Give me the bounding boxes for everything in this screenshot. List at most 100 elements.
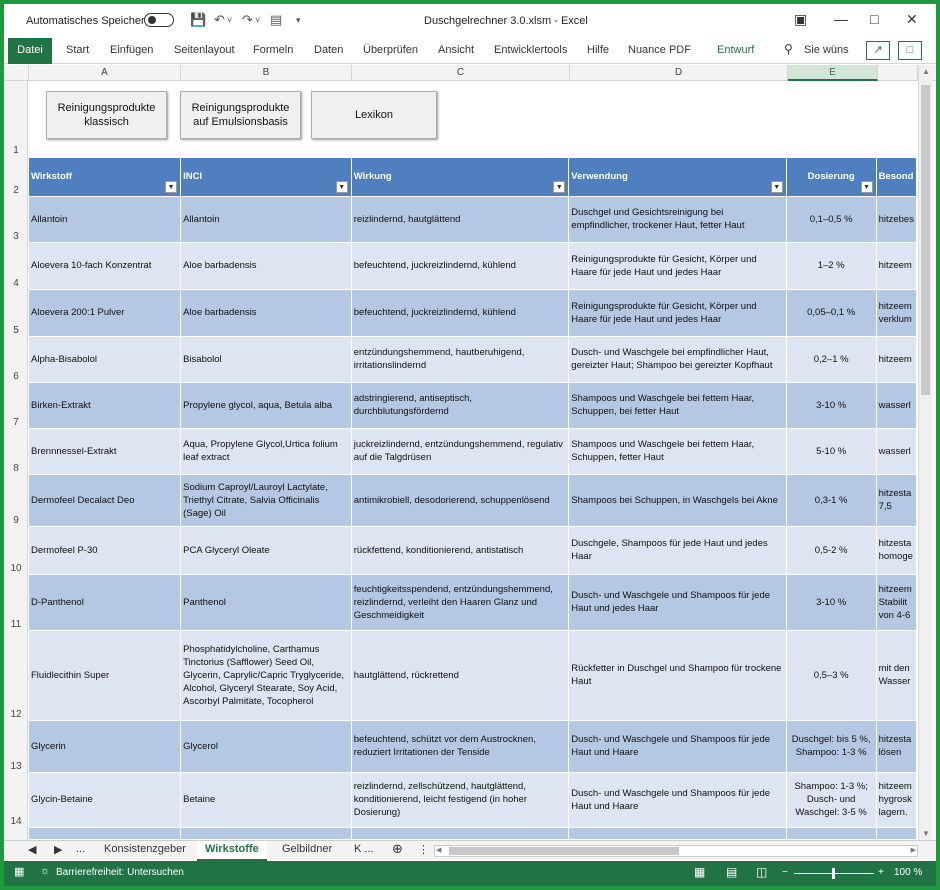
tab-nuance-pdf[interactable]: Nuance PDF <box>628 44 691 56</box>
cell-wirkung[interactable]: juckreizlindernd, entzündungshemmend, re… <box>351 428 570 475</box>
close-icon[interactable]: ✕ <box>906 11 918 28</box>
cell-inci[interactable]: Allantoin <box>180 196 352 243</box>
cell-dosierung[interactable]: Duschgel: bis 5 %, Shampoo: 1-3 % <box>786 720 877 773</box>
cell-inci[interactable]: Bisabolol <box>180 336 352 383</box>
cell-wirkung[interactable]: feuchtigkeitsspendend, entzündungshemmen… <box>351 574 570 631</box>
cell-inci[interactable]: Aloe barbadensis <box>180 242 352 290</box>
sheet-tab-gelbildner[interactable]: Gelbildner <box>282 843 332 855</box>
row-header[interactable]: 2 <box>4 158 28 198</box>
cell-inci[interactable]: Aqua, Propylene Glycol,Urtica folium lea… <box>180 428 352 475</box>
search-icon[interactable]: ⚲ <box>784 42 793 56</box>
cell-wirkung[interactable]: rückfettend, konditionierend, antistatis… <box>351 526 570 575</box>
tab-scroll-right-icon[interactable]: ▶ <box>54 843 62 856</box>
tab-ueberpruefen[interactable]: Überprüfen <box>363 44 418 56</box>
cell-verwendung[interactable]: Shampoos und Waschgele bei fettem Haar, … <box>568 382 787 429</box>
cell-inci[interactable]: Propylene glycol, aqua, Betula alba <box>180 382 352 429</box>
accessibility-icon[interactable]: ☼ <box>40 865 50 877</box>
row-header[interactable]: 6 <box>4 338 28 384</box>
cell-wirkung[interactable]: hautglättend, rückrettend <box>351 630 570 721</box>
tab-formeln[interactable]: Formeln <box>253 44 293 56</box>
cell-dosierung[interactable]: Shampoo: 1-3 %; Dusch- und Waschgel: 3-5… <box>786 772 877 828</box>
cell-wirkstoff[interactable]: Glycerin <box>29 720 182 773</box>
cell-wirkung[interactable]: befeuchtend, juckreizlindernd, kühlend <box>351 289 570 337</box>
page-break-view-icon[interactable]: ◫ <box>756 865 767 879</box>
cell-dosierung[interactable]: 0,5-2 % <box>786 526 877 575</box>
cell-besonderheiten[interactable]: wasserl <box>876 382 917 429</box>
cell-dosierung[interactable]: 3-10 % <box>786 574 877 631</box>
hscroll-thumb[interactable] <box>449 847 679 855</box>
filter-dropdown-icon[interactable]: ▼ <box>335 180 348 193</box>
cell-wirkstoff[interactable]: Alpha-Bisabolol <box>29 336 182 383</box>
cell-verwendung[interactable]: Reinigungsprodukte für Gesicht, Körper u… <box>568 289 787 337</box>
tab-einfuegen[interactable]: Einfügen <box>110 44 153 56</box>
cell-besonderheiten[interactable]: hitzeem Stabilit von 4-6 <box>876 574 917 631</box>
cell-wirkstoff[interactable]: Birken-Extrakt <box>29 382 182 429</box>
row-header[interactable]: 5 <box>4 291 28 338</box>
row-header[interactable]: 7 <box>4 384 28 430</box>
scroll-right-icon[interactable]: ▶ <box>911 846 916 854</box>
tell-me-input[interactable]: Sie wüns <box>804 44 849 56</box>
cell-dosierung[interactable]: 3-10 % <box>786 382 877 429</box>
page-layout-view-icon[interactable]: ▤ <box>726 865 737 879</box>
tab-entwurf[interactable]: Entwurf <box>717 44 754 56</box>
form-icon[interactable]: ▤ <box>270 12 282 28</box>
cell-wirkstoff[interactable]: Fluidlecithin Super <box>29 630 182 721</box>
cell-besonderheiten[interactable]: mit den Wasser <box>876 630 917 721</box>
normal-view-icon[interactable]: ▦ <box>694 865 705 879</box>
cell-dosierung[interactable]: 0,2–1 % <box>786 336 877 383</box>
vertical-scrollbar[interactable]: ▲ ▼ <box>918 65 932 840</box>
scroll-thumb[interactable] <box>921 85 930 395</box>
cell-dosierung[interactable]: 0,3-1 % <box>786 474 877 527</box>
minimize-icon[interactable]: — <box>834 11 848 27</box>
tab-entwicklertools[interactable]: Entwicklertools <box>494 44 567 56</box>
accessibility-status[interactable]: Barrierefreiheit: Untersuchen <box>56 867 184 878</box>
cell-besonderheiten[interactable]: hitzeem hygrosk lagern. <box>876 772 917 828</box>
cell-verwendung[interactable]: Dusch- und Waschgele und Shampoos für je… <box>568 772 787 828</box>
horizontal-scrollbar[interactable]: ◀ ▶ <box>434 845 918 857</box>
column-header-d[interactable]: D <box>570 65 788 81</box>
cell-dosierung[interactable]: 5-10 % <box>786 428 877 475</box>
save-icon[interactable]: 💾 <box>190 12 206 28</box>
column-header-c[interactable]: C <box>352 65 570 81</box>
row-header[interactable]: 14 <box>4 774 28 829</box>
cell-dosierung[interactable]: 0,1–0,5 % <box>786 196 877 243</box>
scroll-left-icon[interactable]: ◀ <box>436 846 441 854</box>
cell-dosierung[interactable]: 1–2 % <box>786 242 877 290</box>
cell-wirkung[interactable]: adstringierend, antiseptisch, durchblutu… <box>351 382 570 429</box>
tab-datei[interactable]: Datei <box>8 38 52 64</box>
cell-verwendung[interactable]: Shampoos bei Schuppen, in Waschgels bei … <box>568 474 787 527</box>
cell-besonderheiten[interactable]: wasserl <box>876 428 917 475</box>
comments-icon[interactable]: □ <box>898 41 922 60</box>
sheet-tab-wirkstoffe[interactable]: Wirkstoffe <box>197 841 267 861</box>
cell-wirkstoff[interactable]: Aloevera 200:1 Pulver <box>29 289 182 337</box>
classic-products-button[interactable]: Reinigungsprodukte klassisch <box>46 91 167 139</box>
cell-dosierung[interactable]: 0,05–0,1 % <box>786 289 877 337</box>
row-header[interactable]: 1 <box>4 81 28 158</box>
more-sheets-right[interactable]: K ... <box>354 843 374 855</box>
undo-icon[interactable]: ↶ <box>214 12 225 28</box>
cell-besonderheiten[interactable]: hitzeem <box>876 242 917 290</box>
cell-besonderheiten[interactable]: hitzesta homoge <box>876 526 917 575</box>
scroll-up-icon[interactable]: ▲ <box>919 67 933 76</box>
cell-besonderheiten[interactable]: hitzeem verklum <box>876 289 917 337</box>
cell-wirkstoff[interactable]: Brennnessel-Extrakt <box>29 428 182 475</box>
zoom-in-icon[interactable]: + <box>878 867 884 878</box>
row-header[interactable]: 4 <box>4 244 28 291</box>
cell-inci[interactable]: Panthenol <box>180 574 352 631</box>
row-header[interactable]: 9 <box>4 476 28 528</box>
filter-dropdown-icon[interactable]: ▼ <box>770 180 783 193</box>
add-sheet-icon[interactable]: ⊕ <box>392 841 403 857</box>
row-header[interactable]: 11 <box>4 576 28 632</box>
cell-wirkung[interactable]: antimikrobiell, desodorierend, schuppenl… <box>351 474 570 527</box>
cell-besonderheiten[interactable]: hitzesta lösen <box>876 720 917 773</box>
sheet-tab-konsistenzgeber[interactable]: Konsistenzgeber <box>104 843 186 855</box>
cell-verwendung[interactable]: Reinigungsprodukte für Gesicht, Körper u… <box>568 242 787 290</box>
redo-icon[interactable]: ↷ <box>242 12 253 28</box>
column-header-f[interactable] <box>878 65 918 81</box>
tab-ansicht[interactable]: Ansicht <box>438 44 474 56</box>
cell-wirkstoff[interactable]: Allantoin <box>29 196 182 243</box>
tab-scroll-left-icon[interactable]: ◀ <box>28 843 36 856</box>
filter-dropdown-icon[interactable]: ▼ <box>553 180 566 193</box>
cell-inci[interactable]: Phosphatidylcholine, Carthamus Tinctoriu… <box>180 630 352 721</box>
tab-daten[interactable]: Daten <box>314 44 343 56</box>
